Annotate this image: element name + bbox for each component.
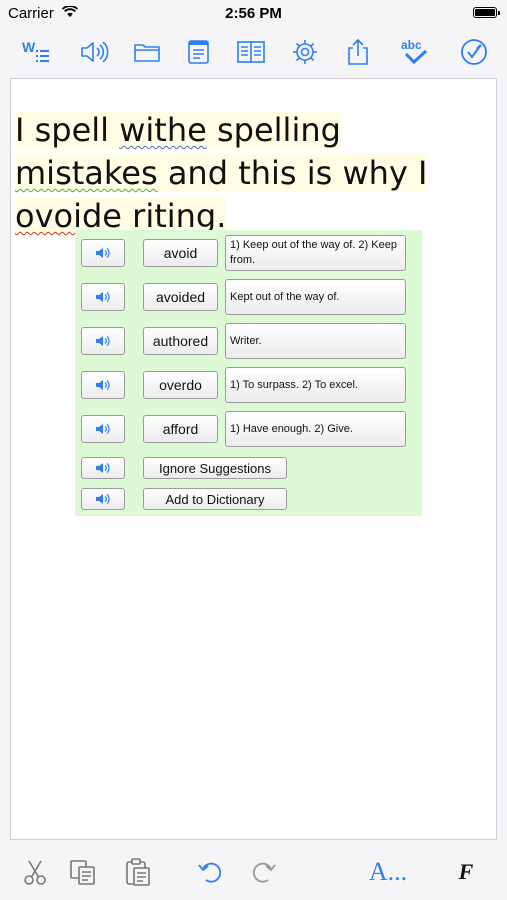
book-icon[interactable] <box>235 36 267 68</box>
font-size-icon[interactable]: A... <box>366 854 410 890</box>
svg-text:abc: abc <box>401 38 422 52</box>
svg-text:W: W <box>22 39 36 55</box>
speaker-icon <box>96 424 110 434</box>
suggestion-panel: avoid 1) Keep out of the way of. 2) Keep… <box>75 230 422 516</box>
cut-icon[interactable] <box>17 854 53 890</box>
suggestion-word-button[interactable]: overdo <box>143 371 218 399</box>
speak-suggestion-button[interactable] <box>81 371 125 399</box>
word-list-icon[interactable]: W <box>20 36 52 68</box>
speak-ignore-button[interactable] <box>81 457 125 479</box>
speak-suggestion-button[interactable] <box>81 239 125 267</box>
gear-icon[interactable] <box>289 36 321 68</box>
folder-icon[interactable] <box>131 36 163 68</box>
speak-suggestion-button[interactable] <box>81 415 125 443</box>
add-to-dictionary-button[interactable]: Add to Dictionary <box>143 488 287 510</box>
spellcheck-abc-icon[interactable]: abc <box>399 36 431 68</box>
speak-suggestion-button[interactable] <box>81 283 125 311</box>
suggestion-definition[interactable]: 1) Keep out of the way of. 2) Keep from. <box>225 235 406 271</box>
speaker-icon <box>96 292 110 302</box>
speak-suggestion-button[interactable] <box>81 327 125 355</box>
suggestion-word-button[interactable]: avoided <box>143 283 218 311</box>
text-line-1: I spell withe spelling <box>15 111 341 149</box>
grammar-flagged-word[interactable]: mistakes <box>15 154 158 192</box>
suggestion-word-button[interactable]: authored <box>143 327 218 355</box>
font-style-icon[interactable]: F <box>448 854 484 890</box>
battery-icon <box>473 7 500 18</box>
paste-icon[interactable] <box>120 854 156 890</box>
suggestion-word-button[interactable]: avoid <box>143 239 218 267</box>
speaker-icon <box>96 494 110 504</box>
speaker-icon <box>96 336 110 346</box>
status-bar: Carrier 2:56 PM <box>0 0 507 28</box>
bottom-toolbar: A... F <box>0 846 507 900</box>
ignore-suggestions-button[interactable]: Ignore Suggestions <box>143 457 287 479</box>
redo-icon[interactable] <box>245 854 281 890</box>
copy-icon[interactable] <box>65 854 101 890</box>
suggestion-definition[interactable]: Writer. <box>225 323 406 359</box>
speaker-icon <box>96 248 110 258</box>
top-toolbar: W abc <box>0 28 507 76</box>
undo-icon[interactable] <box>193 854 229 890</box>
speaker-icon[interactable] <box>78 36 110 68</box>
misspelled-word[interactable]: withe <box>119 111 207 149</box>
document-text[interactable]: I spell withe spelling mistakes and this… <box>15 109 455 238</box>
document-editor[interactable]: I spell withe spelling mistakes and this… <box>10 78 497 840</box>
suggestion-definition[interactable]: 1) Have enough. 2) Give. <box>225 411 406 447</box>
document-icon[interactable] <box>183 36 215 68</box>
speaker-icon <box>96 463 110 473</box>
clock: 2:56 PM <box>225 5 282 22</box>
suggestion-definition[interactable]: Kept out of the way of. <box>225 279 406 315</box>
speaker-icon <box>96 380 110 390</box>
speak-add-button[interactable] <box>81 488 125 510</box>
proofread-check-icon[interactable] <box>458 36 490 68</box>
suggestion-definition[interactable]: 1) To surpass. 2) To excel. <box>225 367 406 403</box>
share-icon[interactable] <box>342 36 374 68</box>
text-line-2: mistakes and this is why I <box>15 154 428 192</box>
suggestion-word-button[interactable]: afford <box>143 415 218 443</box>
